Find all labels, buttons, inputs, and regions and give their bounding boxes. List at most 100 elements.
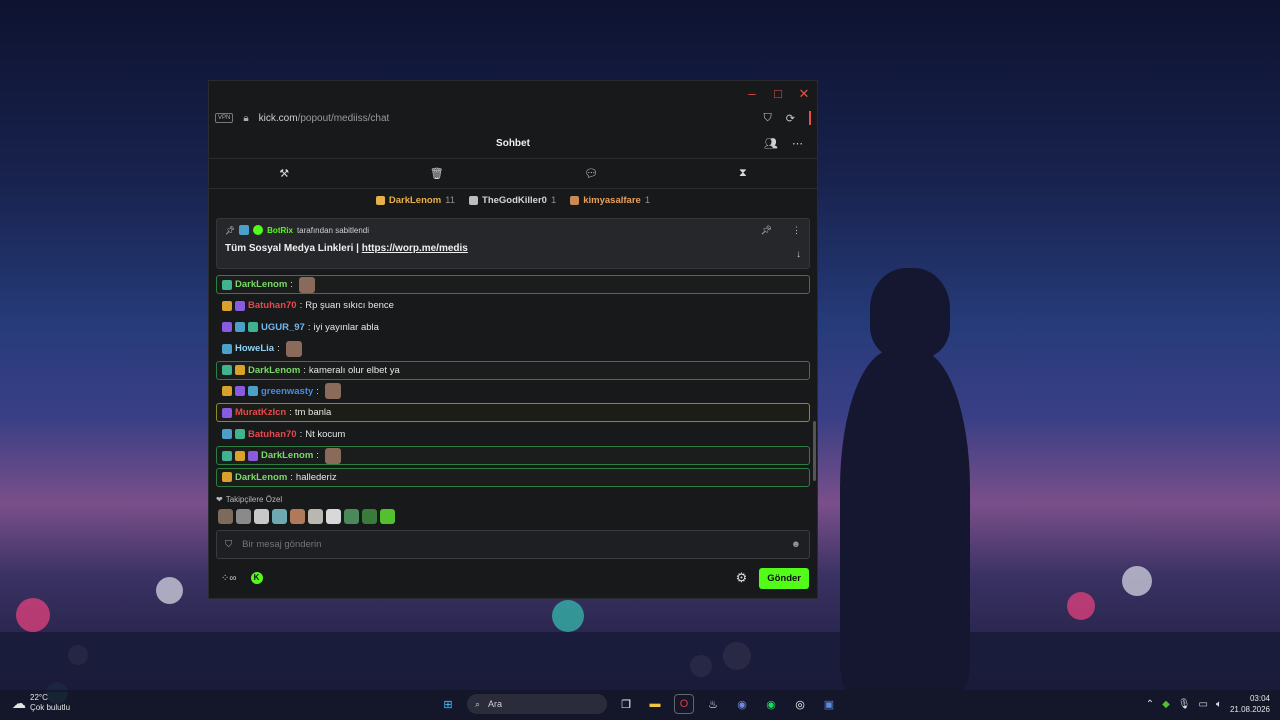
message-username[interactable]: UGUR_97 — [261, 322, 305, 333]
close-icon[interactable]: ✕ — [797, 87, 811, 101]
message-separator: : — [307, 321, 311, 333]
leader-badge-icon — [375, 195, 385, 205]
pinned-link[interactable]: https://worp.me/medis — [362, 243, 468, 254]
vpn-badge[interactable]: VPN — [215, 113, 234, 123]
message-username[interactable]: greenwasty — [261, 386, 313, 397]
emote[interactable] — [380, 509, 395, 524]
address-bar: VPN 🔒︎ kick.com/popout/mediiss/chat ⛉ ⟳ — [209, 107, 817, 129]
message-emote[interactable] — [324, 447, 341, 464]
search-placeholder: Ara — [488, 699, 503, 709]
emote[interactable] — [254, 509, 269, 524]
hourglass-icon[interactable]: ⧗ — [739, 167, 747, 180]
user-badge-icon — [235, 365, 245, 376]
message-username[interactable]: MuratKzIcn — [235, 407, 286, 418]
message-username[interactable]: HoweLia — [235, 343, 274, 354]
chat-messages: DarkLenom: Batuhan70: Rp şuan sıkıcı bence… — [216, 275, 810, 489]
file-explorer-icon[interactable]: ▬ — [645, 694, 665, 714]
clock-date: 21.08.2026 — [1229, 705, 1270, 714]
task-view-icon[interactable]: ❐ — [616, 694, 636, 714]
emote[interactable] — [326, 509, 341, 524]
trash-icon[interactable]: 🗑︎ — [430, 167, 444, 180]
chat-message[interactable]: DarkLenom: — [216, 446, 810, 466]
leader-3[interactable]: kimyasalfare 1 — [570, 195, 650, 206]
display-icon[interactable]: ▭ — [1199, 699, 1208, 710]
moderation-toolbar: ⚒︎ 🗑︎ 💬︎ ⧗ — [209, 159, 817, 189]
chat-message[interactable]: HoweLia: — [216, 339, 810, 358]
clock[interactable]: 03:04 21.08.2026 — [1230, 693, 1270, 715]
bokeh-light — [156, 577, 183, 604]
start-icon[interactable]: ⊞ — [438, 694, 458, 714]
message-input[interactable] — [242, 539, 791, 550]
spotify-icon[interactable]: ◉ — [761, 694, 781, 714]
discord-icon[interactable]: ◉ — [732, 694, 752, 714]
chat-message[interactable]: Batuhan70: Rp şuan sıkıcı bence — [216, 296, 810, 315]
cloud-icon: ☁ — [12, 695, 26, 711]
infinity-points-icon[interactable]: ⁘∞ — [221, 573, 237, 584]
chat-bubble-icon[interactable]: 💬︎ — [584, 167, 598, 180]
unpin-icon[interactable]: 📌︎ — [761, 225, 772, 236]
app-icon[interactable]: ▣ — [819, 694, 839, 714]
kick-logo-icon[interactable]: K — [250, 572, 263, 584]
user-badge-icon — [222, 300, 232, 311]
expand-arrow-icon[interactable]: ↓ — [796, 249, 801, 260]
chat-message[interactable]: MuratKzIcn: tm banla — [216, 403, 810, 423]
message-text: Nt kocum — [305, 428, 346, 440]
message-emote[interactable] — [324, 383, 341, 400]
emote[interactable] — [290, 509, 305, 524]
weather-widget[interactable]: ☁ 22°C Çok bulutlu — [12, 693, 70, 713]
user-badge-icon — [222, 472, 232, 483]
recording-indicator — [809, 111, 811, 125]
chat-message[interactable]: greenwasty: — [216, 382, 810, 401]
url-path: /popout/mediiss/chat — [297, 112, 390, 124]
message-text: hallederiz — [295, 471, 337, 483]
pinned-by-user[interactable]: BotRix — [267, 226, 293, 235]
chevron-up-icon[interactable]: ⌃ — [1146, 699, 1154, 710]
chat-message[interactable]: Batuhan70: Nt kocum — [216, 425, 810, 444]
message-username[interactable]: DarkLenom — [248, 365, 300, 376]
message-username[interactable]: Batuhan70 — [248, 300, 297, 311]
extension-icon[interactable]: ⟳ — [786, 112, 795, 125]
scrollbar[interactable] — [813, 421, 816, 481]
emote[interactable] — [344, 509, 359, 524]
system-tray: ⌃ ◆ 🎙︎ ▭ 🔈︎ 03:04 21.08.2026 — [1146, 693, 1270, 715]
emoji-icon[interactable]: ☻ — [791, 539, 801, 550]
message-username[interactable]: DarkLenom — [261, 450, 313, 461]
opera-icon[interactable]: O — [674, 694, 694, 714]
gear-icon[interactable]: ⚙ — [736, 570, 748, 586]
emote[interactable] — [308, 509, 323, 524]
user-badge-icon — [235, 450, 245, 461]
message-username[interactable]: DarkLenom — [235, 279, 287, 290]
message-username[interactable]: Batuhan70 — [248, 429, 297, 440]
leader-2[interactable]: TheGodKiller0 1 — [469, 195, 556, 206]
message-emote[interactable] — [298, 276, 315, 293]
chat-message[interactable]: DarkLenom: kameralı olur elbet ya — [216, 360, 810, 380]
shield-icon[interactable]: ⛉ — [764, 112, 772, 125]
send-button[interactable]: Gönder — [759, 567, 809, 589]
security-icon[interactable]: ◆ — [1162, 699, 1170, 710]
maximize-icon[interactable]: □ — [771, 87, 785, 101]
chrome-icon[interactable]: ◎ — [790, 694, 810, 714]
users-icon[interactable]: 👥︎ — [764, 137, 778, 150]
user-badge-icon — [222, 386, 232, 397]
message-emote[interactable] — [285, 340, 302, 357]
steam-icon[interactable]: ♨ — [703, 694, 723, 714]
emote[interactable] — [362, 509, 377, 524]
chat-message[interactable]: DarkLenom: hallederiz — [216, 467, 810, 487]
emote[interactable] — [218, 509, 233, 524]
pinned-more-icon[interactable]: ⋮ — [792, 225, 801, 236]
minimize-icon[interactable]: – — [745, 87, 759, 101]
url[interactable]: kick.com/popout/mediiss/chat — [259, 113, 390, 124]
chat-message[interactable]: UGUR_97: iyi yayınlar abla — [216, 318, 810, 337]
emote[interactable] — [272, 509, 287, 524]
message-username[interactable]: DarkLenom — [235, 472, 287, 483]
chat-popout-window: – □ ✕ VPN 🔒︎ kick.com/popout/mediiss/cha… — [208, 80, 818, 599]
chat-message[interactable]: DarkLenom: — [216, 275, 810, 294]
taskbar-search[interactable]: ⌕ Ara — [467, 694, 607, 714]
leader-1[interactable]: DarkLenom 11 — [375, 195, 455, 206]
ban-hammer-icon[interactable]: ⚒︎ — [279, 167, 289, 180]
clock-time: 03:04 — [1249, 694, 1270, 703]
microphone-icon[interactable]: 🎙︎ — [1178, 699, 1191, 710]
more-options-icon[interactable]: ⋯ — [792, 137, 803, 150]
volume-icon[interactable]: 🔈︎ — [1216, 699, 1222, 710]
emote[interactable] — [236, 509, 251, 524]
